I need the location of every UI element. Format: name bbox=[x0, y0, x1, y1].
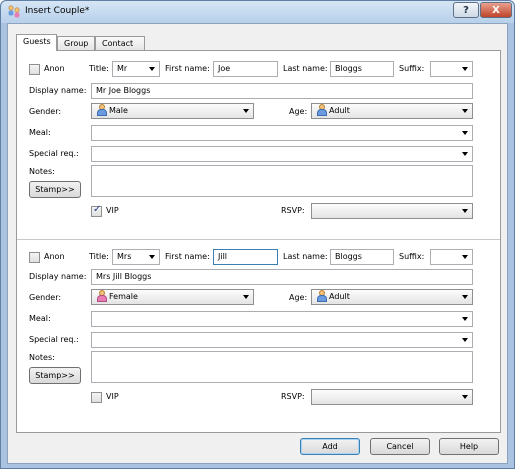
title-label: Title: bbox=[89, 64, 109, 73]
cancel-button[interactable]: Cancel bbox=[370, 438, 430, 455]
anon-label: Anon bbox=[44, 252, 65, 261]
window-title: Insert Couple* bbox=[25, 6, 90, 16]
dialog-client-area: Guests Group Contact Anon Title: Mr Firs… bbox=[7, 23, 508, 464]
dropdown-arrow-icon bbox=[462, 209, 468, 213]
guest-1-last-name-input[interactable]: Bloggs bbox=[330, 61, 394, 77]
dropdown-arrow-icon bbox=[462, 317, 468, 321]
rsvp-label: RSVP: bbox=[281, 206, 305, 215]
special-req-label: Special req.: bbox=[29, 149, 79, 158]
guest-1-display-name-input[interactable]: Mr Joe Bloggs bbox=[91, 83, 473, 99]
dropdown-arrow-icon bbox=[462, 255, 468, 259]
guest-1-first-name-input[interactable]: Joe bbox=[213, 61, 278, 77]
guest-1-section: Anon Title: Mr First name: Joe Last name… bbox=[25, 61, 494, 257]
guest-2-meal-combo[interactable] bbox=[91, 311, 473, 327]
title-label: Title: bbox=[89, 252, 109, 261]
guest-2-gender-combo[interactable]: Female bbox=[91, 289, 254, 305]
guest-2-first-name-input[interactable]: Jill bbox=[213, 249, 278, 265]
gender-label: Gender: bbox=[29, 293, 62, 302]
dropdown-arrow-icon bbox=[462, 152, 468, 156]
dropdown-arrow-icon bbox=[462, 109, 468, 113]
add-button[interactable]: Add bbox=[300, 438, 360, 455]
guest-1-notes-textarea[interactable] bbox=[91, 165, 473, 197]
guest-1-age-value: Adult bbox=[329, 106, 350, 115]
meal-label: Meal: bbox=[29, 314, 51, 323]
male-person-icon bbox=[96, 104, 107, 116]
guest-1-age-combo[interactable]: Adult bbox=[311, 103, 473, 119]
adult-person-icon bbox=[316, 290, 327, 302]
age-label: Age: bbox=[289, 107, 308, 116]
last-name-label: Last name: bbox=[283, 64, 328, 73]
guest-2-stamp-button[interactable]: Stamp>> bbox=[29, 367, 81, 384]
guest-2-age-value: Adult bbox=[329, 292, 350, 301]
meal-label: Meal: bbox=[29, 128, 51, 137]
age-label: Age: bbox=[289, 293, 308, 302]
anon-label: Anon bbox=[44, 64, 65, 73]
guest-1-vip-checkbox[interactable] bbox=[91, 204, 102, 217]
guest-1-title-combo[interactable]: Mr bbox=[112, 61, 160, 77]
suffix-label: Suffix: bbox=[399, 64, 425, 73]
guest-2-vip-checkbox[interactable] bbox=[91, 392, 102, 403]
guest-2-anon-checkbox[interactable] bbox=[29, 252, 40, 263]
last-name-label: Last name: bbox=[283, 252, 328, 261]
title-bar[interactable]: Insert Couple* ? X bbox=[1, 1, 514, 23]
guest-2-notes-textarea[interactable] bbox=[91, 351, 473, 383]
guests-tab-panel: Anon Title: Mr First name: Joe Last name… bbox=[16, 50, 501, 433]
dropdown-arrow-icon bbox=[462, 67, 468, 71]
tab-group[interactable]: Group bbox=[57, 36, 95, 50]
guest-1-title-value: Mr bbox=[117, 64, 128, 73]
tab-contact[interactable]: Contact bbox=[95, 36, 145, 50]
guest-2-rsvp-combo[interactable] bbox=[311, 389, 473, 405]
guest-2-age-combo[interactable]: Adult bbox=[311, 289, 473, 305]
first-name-label: First name: bbox=[165, 252, 210, 261]
dropdown-arrow-icon bbox=[149, 255, 155, 259]
suffix-label: Suffix: bbox=[399, 252, 425, 261]
notes-label: Notes: bbox=[29, 167, 55, 176]
help-button[interactable]: Help bbox=[439, 438, 499, 455]
guest-2-title-value: Mrs bbox=[117, 252, 132, 261]
rsvp-label: RSVP: bbox=[281, 392, 305, 401]
dropdown-arrow-icon bbox=[243, 109, 249, 113]
special-req-label: Special req.: bbox=[29, 335, 79, 344]
dialog-window: Insert Couple* ? X Guests Group Contact … bbox=[0, 0, 515, 469]
guest-1-meal-combo[interactable] bbox=[91, 125, 473, 141]
adult-person-icon bbox=[316, 104, 327, 116]
guest-1-rsvp-combo[interactable] bbox=[311, 203, 473, 219]
guest-1-gender-combo[interactable]: Male bbox=[91, 103, 254, 119]
dropdown-arrow-icon bbox=[462, 295, 468, 299]
guest-2-title-combo[interactable]: Mrs bbox=[112, 249, 160, 265]
guest-1-suffix-combo[interactable] bbox=[430, 61, 473, 77]
guest-separator bbox=[17, 239, 500, 240]
guest-1-stamp-button[interactable]: Stamp>> bbox=[29, 181, 81, 198]
gender-label: Gender: bbox=[29, 107, 62, 116]
title-close-button[interactable]: X bbox=[480, 2, 512, 18]
vip-label: VIP bbox=[106, 206, 119, 215]
dropdown-arrow-icon bbox=[462, 395, 468, 399]
dropdown-arrow-icon bbox=[243, 295, 249, 299]
guest-2-gender-value: Female bbox=[109, 292, 138, 301]
notes-label: Notes: bbox=[29, 353, 55, 362]
dropdown-arrow-icon bbox=[462, 338, 468, 342]
guest-2-display-name-input[interactable]: Mrs Jill Bloggs bbox=[91, 269, 473, 285]
vip-label: VIP bbox=[106, 392, 119, 401]
guest-1-special-req-combo[interactable] bbox=[91, 146, 473, 162]
female-person-icon bbox=[96, 290, 107, 302]
display-name-label: Display name: bbox=[29, 86, 87, 95]
guest-1-anon-checkbox[interactable] bbox=[29, 64, 40, 75]
dropdown-arrow-icon bbox=[149, 67, 155, 71]
guest-2-special-req-combo[interactable] bbox=[91, 332, 473, 348]
dropdown-arrow-icon bbox=[462, 131, 468, 135]
guest-1-gender-value: Male bbox=[109, 106, 128, 115]
display-name-label: Display name: bbox=[29, 272, 87, 281]
tab-guests[interactable]: Guests bbox=[16, 34, 57, 51]
couple-icon bbox=[8, 5, 20, 18]
first-name-label: First name: bbox=[165, 64, 210, 73]
guest-2-last-name-input[interactable]: Bloggs bbox=[330, 249, 394, 265]
title-help-button[interactable]: ? bbox=[453, 2, 479, 18]
guest-2-section: Anon Title: Mrs First name: Jill Last na… bbox=[25, 249, 494, 429]
guest-2-suffix-combo[interactable] bbox=[430, 249, 473, 265]
